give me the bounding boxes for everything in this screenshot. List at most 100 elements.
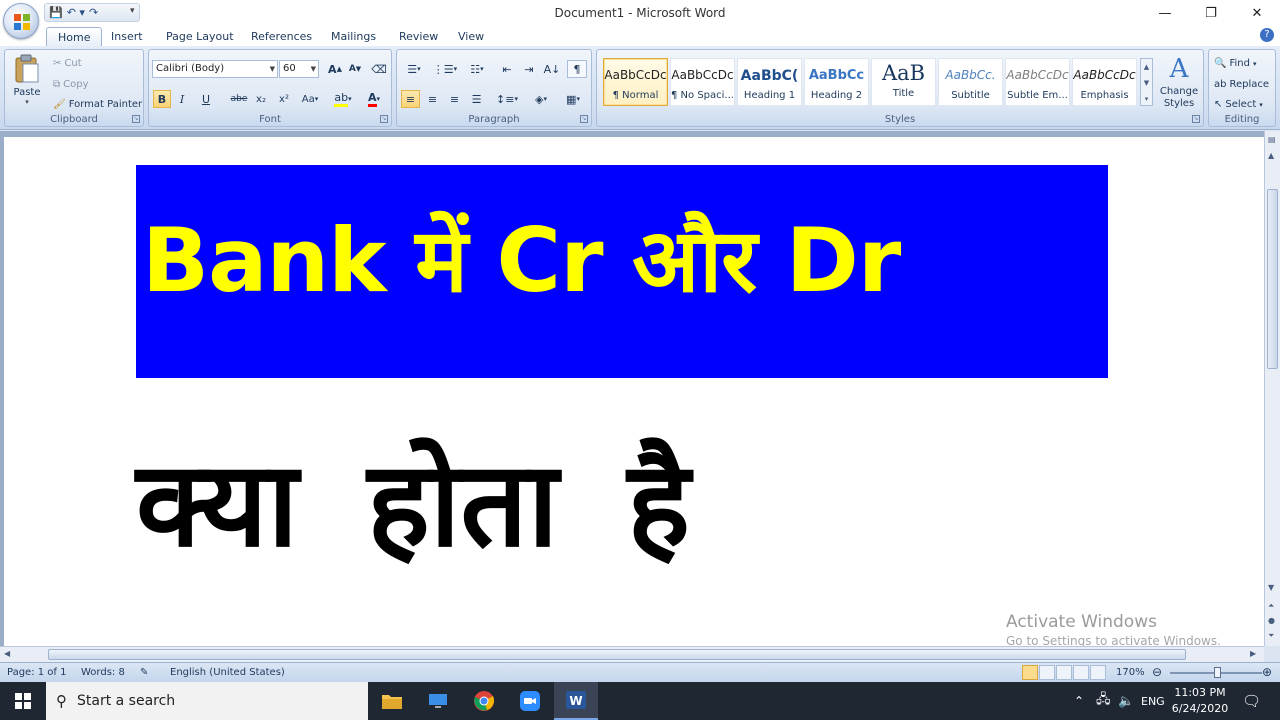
ruler-toggle-icon[interactable]: ▤ <box>1268 135 1276 144</box>
styles-scroll[interactable]: ▲ ▼ ▾ <box>1140 58 1153 106</box>
scroll-up-icon[interactable]: ▲ <box>1268 151 1274 160</box>
strikethrough-button[interactable]: abe <box>229 90 249 108</box>
full-screen-view-icon[interactable] <box>1039 665 1055 680</box>
underline-button[interactable]: U <box>195 90 217 108</box>
close-button[interactable]: ✕ <box>1234 0 1280 26</box>
document-page[interactable]: Bank में Cr और Dr क्या होता है Activate … <box>4 137 1264 657</box>
help-icon[interactable]: ? <box>1260 28 1274 42</box>
paragraph-launcher-icon[interactable]: ↘ <box>580 115 588 123</box>
format-painter-button[interactable]: 🖌 Format Painter <box>53 99 142 110</box>
font-launcher-icon[interactable]: ↘ <box>380 115 388 123</box>
horizontal-scroll-thumb[interactable] <box>48 649 1186 660</box>
justify-button[interactable]: ☰ <box>467 90 486 108</box>
vertical-scroll-thumb[interactable] <box>1267 189 1278 369</box>
zoom-out-icon[interactable]: ⊖ <box>1152 665 1162 679</box>
tab-references[interactable]: References <box>251 27 312 47</box>
volume-icon[interactable]: 🔈 <box>1118 682 1134 720</box>
style-subtitle[interactable]: AaBbCc. Subtitle <box>938 58 1003 106</box>
copy-button[interactable]: ⧉ Copy <box>53 79 89 90</box>
tab-page-layout[interactable]: Page Layout <box>166 27 234 47</box>
increase-indent-button[interactable]: ⇥ <box>519 60 539 78</box>
horizontal-scrollbar[interactable]: ◀ ▶ <box>0 646 1264 662</box>
style-normal[interactable]: AaBbCcDc ¶ Normal <box>603 58 668 106</box>
replace-button[interactable]: ab Replace <box>1214 79 1269 90</box>
bullets-button[interactable]: ☰ ▾ <box>400 60 428 78</box>
tab-home[interactable]: Home <box>46 27 103 47</box>
sort-button[interactable]: A↓ <box>542 60 562 78</box>
word-count[interactable]: Words: 8 <box>81 667 125 678</box>
clipboard-launcher-icon[interactable]: ↘ <box>132 115 140 123</box>
shading-button[interactable]: ◈ ▾ <box>527 90 555 108</box>
tab-insert[interactable]: Insert <box>111 27 143 47</box>
zoom-level[interactable]: 170% <box>1116 667 1145 678</box>
numbering-button[interactable]: ⋮☰ ▾ <box>431 60 459 78</box>
tab-view[interactable]: View <box>458 27 484 47</box>
next-page-icon[interactable]: ⏷ <box>1268 631 1274 641</box>
proofing-icon[interactable]: ✎ <box>140 667 148 678</box>
tray-expand-icon[interactable]: ⌃ <box>1074 682 1084 720</box>
change-styles-button[interactable]: A Change Styles <box>1157 54 1201 114</box>
chrome-app[interactable] <box>462 682 506 720</box>
network-icon[interactable]: 🖧 <box>1096 682 1111 720</box>
italic-button[interactable]: I <box>173 90 191 108</box>
shrink-font-button[interactable]: A ▼ <box>345 60 365 78</box>
scroll-left-icon[interactable]: ◀ <box>4 649 10 658</box>
borders-button[interactable]: ▦ ▾ <box>559 90 587 108</box>
scroll-right-icon[interactable]: ▶ <box>1250 649 1256 658</box>
draft-view-icon[interactable] <box>1090 665 1106 680</box>
input-language[interactable]: ENG <box>1141 682 1165 720</box>
style-no-spacing[interactable]: AaBbCcDc ¶ No Spaci... <box>670 58 735 106</box>
styles-launcher-icon[interactable]: ↘ <box>1192 115 1200 123</box>
notifications-icon[interactable]: 🗨 <box>1242 682 1261 720</box>
select-button[interactable]: ↖ Select ▾ <box>1214 99 1263 110</box>
decrease-indent-button[interactable]: ⇤ <box>497 60 517 78</box>
style-title[interactable]: AaB Title <box>871 58 936 106</box>
system-clock[interactable]: 11:03 PM 6/24/2020 <box>1168 685 1232 717</box>
minimize-button[interactable]: — <box>1142 0 1188 26</box>
bold-button[interactable]: B <box>153 90 171 108</box>
cut-button[interactable]: ✂ Cut <box>53 58 82 69</box>
zoom-in-icon[interactable]: ⊕ <box>1262 665 1272 679</box>
zoom-app[interactable] <box>508 682 552 720</box>
scroll-down-icon[interactable]: ▼ <box>1268 583 1274 592</box>
style-heading-1[interactable]: AaBbC( Heading 1 <box>737 58 802 106</box>
language-status[interactable]: English (United States) <box>170 667 285 678</box>
show-marks-button[interactable]: ¶ <box>567 60 587 78</box>
superscript-button[interactable]: x² <box>275 90 293 108</box>
grow-font-button[interactable]: A ▲ <box>325 60 345 78</box>
page-count[interactable]: Page: 1 of 1 <box>7 667 66 678</box>
align-center-button[interactable]: ≡ <box>423 90 442 108</box>
highlight-button[interactable]: ab ▾ <box>329 90 357 108</box>
file-explorer-app[interactable] <box>370 682 414 720</box>
clear-formatting-button[interactable]: ⌫ <box>369 60 389 78</box>
office-button[interactable] <box>3 3 39 39</box>
font-size-select[interactable]: 60 ▼ <box>279 60 319 78</box>
outline-view-icon[interactable] <box>1073 665 1089 680</box>
previous-page-icon[interactable]: ⏶ <box>1268 601 1274 611</box>
browse-object-icon[interactable]: ● <box>1268 616 1275 625</box>
style-subtle-emphasis[interactable]: AaBbCcDc Subtle Em... <box>1005 58 1070 106</box>
line-spacing-button[interactable]: ↕≡ ▾ <box>493 90 521 108</box>
word-app[interactable]: W <box>554 682 598 720</box>
tab-review[interactable]: Review <box>399 27 438 47</box>
style-heading-2[interactable]: AaBbCc Heading 2 <box>804 58 869 106</box>
style-emphasis[interactable]: AaBbCcDc Emphasis <box>1072 58 1137 106</box>
print-layout-view-icon[interactable] <box>1022 665 1038 680</box>
subscript-button[interactable]: x₂ <box>252 90 270 108</box>
tab-mailings[interactable]: Mailings <box>331 27 376 47</box>
change-case-button[interactable]: Aa ▾ <box>298 90 322 108</box>
maximize-button[interactable]: ❐ <box>1188 0 1234 26</box>
font-color-button[interactable]: A ▾ <box>361 90 387 108</box>
taskbar-search[interactable]: ⚲ Start a search <box>46 682 368 720</box>
zoom-slider-handle[interactable] <box>1214 667 1221 678</box>
start-button[interactable] <box>0 682 46 720</box>
multilevel-list-button[interactable]: ☷ ▾ <box>463 60 491 78</box>
align-right-button[interactable]: ≡ <box>445 90 464 108</box>
web-layout-view-icon[interactable] <box>1056 665 1072 680</box>
font-name-select[interactable]: Calibri (Body) ▼ <box>152 60 278 78</box>
align-left-button[interactable]: ≡ <box>401 90 420 108</box>
network-app[interactable] <box>416 682 460 720</box>
paste-button[interactable]: Paste ▾ <box>11 54 43 110</box>
vertical-scrollbar[interactable]: ▤ ▲ ▼ ⏶ ● ⏷ <box>1264 131 1280 646</box>
find-button[interactable]: 🔍 Find ▾ <box>1214 58 1256 69</box>
